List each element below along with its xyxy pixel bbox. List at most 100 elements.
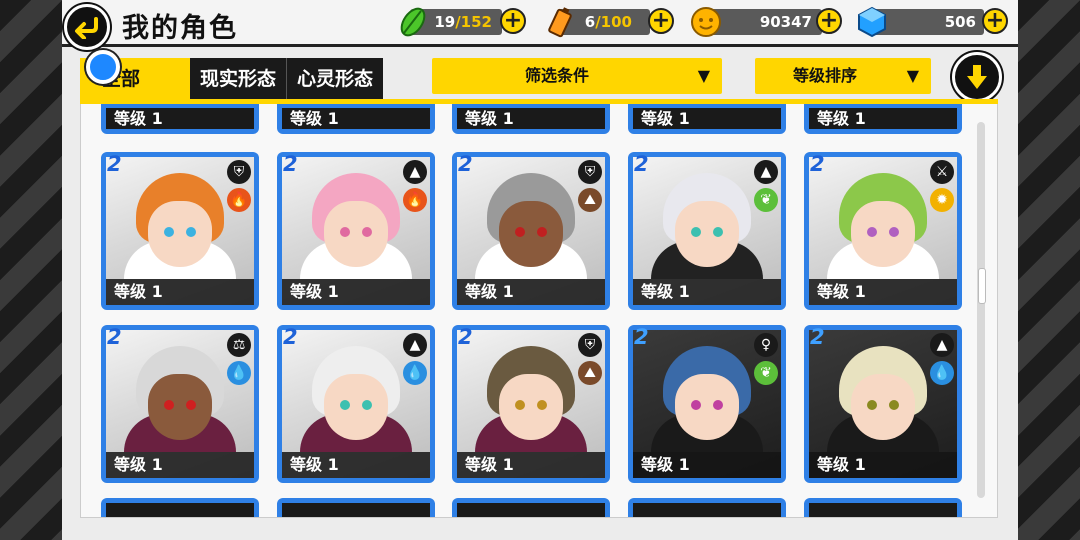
character-portrait	[106, 503, 254, 517]
rarity-number: 2	[458, 325, 473, 349]
gems-plus-button[interactable]: +	[982, 8, 1008, 34]
coins-value: 90347	[759, 13, 812, 31]
element-icon: 💧	[930, 361, 954, 385]
coins-plus-button[interactable]: +	[816, 8, 842, 34]
battery-icon	[548, 7, 572, 38]
element-icon: 🔥	[227, 188, 251, 212]
rarity-number: 2	[634, 152, 649, 176]
scrollbar-track[interactable]	[977, 122, 985, 498]
character-face	[499, 201, 563, 267]
character-card-partial[interactable]	[277, 498, 435, 517]
element-icon: ⛰	[578, 188, 602, 212]
stamina-value: 19/152	[434, 13, 492, 31]
scrollbar-thumb[interactable]	[978, 268, 986, 304]
download-button[interactable]	[952, 52, 1002, 102]
down-arrow-icon	[967, 65, 987, 89]
character-eye	[515, 227, 525, 237]
character-card-partial[interactable]	[101, 498, 259, 517]
character-eye	[362, 227, 372, 237]
character-card[interactable]: 2 ⛨ ⛰ 等级 1	[452, 152, 610, 310]
element-icon: 💧	[403, 361, 427, 385]
character-eye	[340, 400, 350, 410]
rarity-number: 2	[107, 325, 122, 349]
card-level-label: 等级 1	[809, 279, 957, 305]
character-portrait	[282, 503, 430, 517]
character-card[interactable]: 2 ⛨ ⛰ 等级 1	[452, 325, 610, 483]
class-icon: ▲	[754, 160, 778, 184]
character-card-partial[interactable]	[628, 498, 786, 517]
character-card-partial[interactable]: 等级 1	[452, 104, 610, 134]
card-level-label: 等级 1	[282, 452, 430, 478]
element-icon: 🔥	[403, 188, 427, 212]
battery-plus-button[interactable]: +	[648, 8, 674, 34]
element-icon: ✹	[930, 188, 954, 212]
character-eye	[713, 400, 723, 410]
class-icon: ⚔	[930, 160, 954, 184]
element-icon: 💧	[227, 361, 251, 385]
character-eye	[362, 400, 372, 410]
filter-label: 筛选条件	[524, 66, 589, 85]
blue-dot-icon	[86, 50, 120, 84]
character-eye	[164, 227, 174, 237]
tab-reality-form[interactable]: 现实形态	[190, 58, 287, 100]
character-eye	[164, 400, 174, 410]
character-card[interactable]: 2 ▲ 🔥 等级 1	[277, 152, 435, 310]
left-diamond-pattern	[0, 0, 62, 540]
sort-label: 等级排序	[792, 66, 857, 85]
character-eye	[867, 227, 877, 237]
character-card[interactable]: 2 ▲ 💧 等级 1	[277, 325, 435, 483]
character-eye	[186, 227, 196, 237]
character-eye	[889, 400, 899, 410]
character-portrait	[633, 503, 781, 517]
filter-dropdown[interactable]: 筛选条件 ▼	[432, 58, 722, 94]
chevron-down-icon: ▼	[697, 66, 710, 85]
sort-dropdown[interactable]: 等级排序 ▼	[755, 58, 931, 94]
rarity-number: 2	[458, 152, 473, 176]
tab-bar: 全部 现实形态 心灵形态	[80, 58, 384, 100]
class-icon: ▲	[403, 333, 427, 357]
character-eye	[515, 400, 525, 410]
character-face	[324, 201, 388, 267]
character-card[interactable]: 2 ▲ ❦ 等级 1	[628, 152, 786, 310]
character-card-partial[interactable]: 等级 1	[804, 104, 962, 134]
rarity-number: 2	[810, 152, 825, 176]
card-level-label: 等级 1	[457, 108, 605, 129]
card-level-label: 等级 1	[106, 108, 254, 129]
stamina-plus-button[interactable]: +	[500, 8, 526, 34]
character-card[interactable]: 2 ⚖ 💧 等级 1	[101, 325, 259, 483]
class-icon: ⛨	[578, 333, 602, 357]
card-level-label: 等级 1	[457, 279, 605, 305]
class-icon: ⚖	[227, 333, 251, 357]
character-face	[675, 374, 739, 440]
character-card[interactable]: 2 ♀ ❦ 等级 1	[628, 325, 786, 483]
card-level-label: 等级 1	[809, 108, 957, 129]
character-card-partial[interactable]: 等级 1	[277, 104, 435, 134]
right-diamond-pattern	[1018, 0, 1080, 540]
battery-value: 6/100	[584, 13, 632, 31]
character-eye	[537, 400, 547, 410]
character-portrait	[457, 503, 605, 517]
blue-gem-icon	[858, 6, 886, 38]
character-card-partial[interactable]	[452, 498, 610, 517]
class-icon: ▲	[930, 333, 954, 357]
character-eye	[691, 400, 701, 410]
character-card-partial[interactable]: 等级 1	[101, 104, 259, 134]
rarity-number: 2	[107, 152, 122, 176]
chevron-down-icon: ▼	[906, 66, 919, 85]
character-card[interactable]: 2 ▲ 💧 等级 1	[804, 325, 962, 483]
character-card[interactable]: 2 ⚔ ✹ 等级 1	[804, 152, 962, 310]
tab-spirit-form[interactable]: 心灵形态	[286, 58, 384, 100]
character-card-partial[interactable]: 等级 1	[628, 104, 786, 134]
gems-value: 506	[944, 13, 976, 31]
character-card[interactable]: 2 ⛨ 🔥 等级 1	[101, 152, 259, 310]
back-button[interactable]	[64, 4, 110, 50]
class-icon: ⛨	[578, 160, 602, 184]
class-icon: ⛨	[227, 160, 251, 184]
character-card-partial[interactable]	[804, 498, 962, 517]
card-level-label: 等级 1	[457, 452, 605, 478]
character-eye	[537, 227, 547, 237]
character-eye	[867, 400, 877, 410]
element-icon: ⛰	[578, 361, 602, 385]
element-icon: ❦	[754, 361, 778, 385]
green-feather-icon	[400, 7, 426, 37]
